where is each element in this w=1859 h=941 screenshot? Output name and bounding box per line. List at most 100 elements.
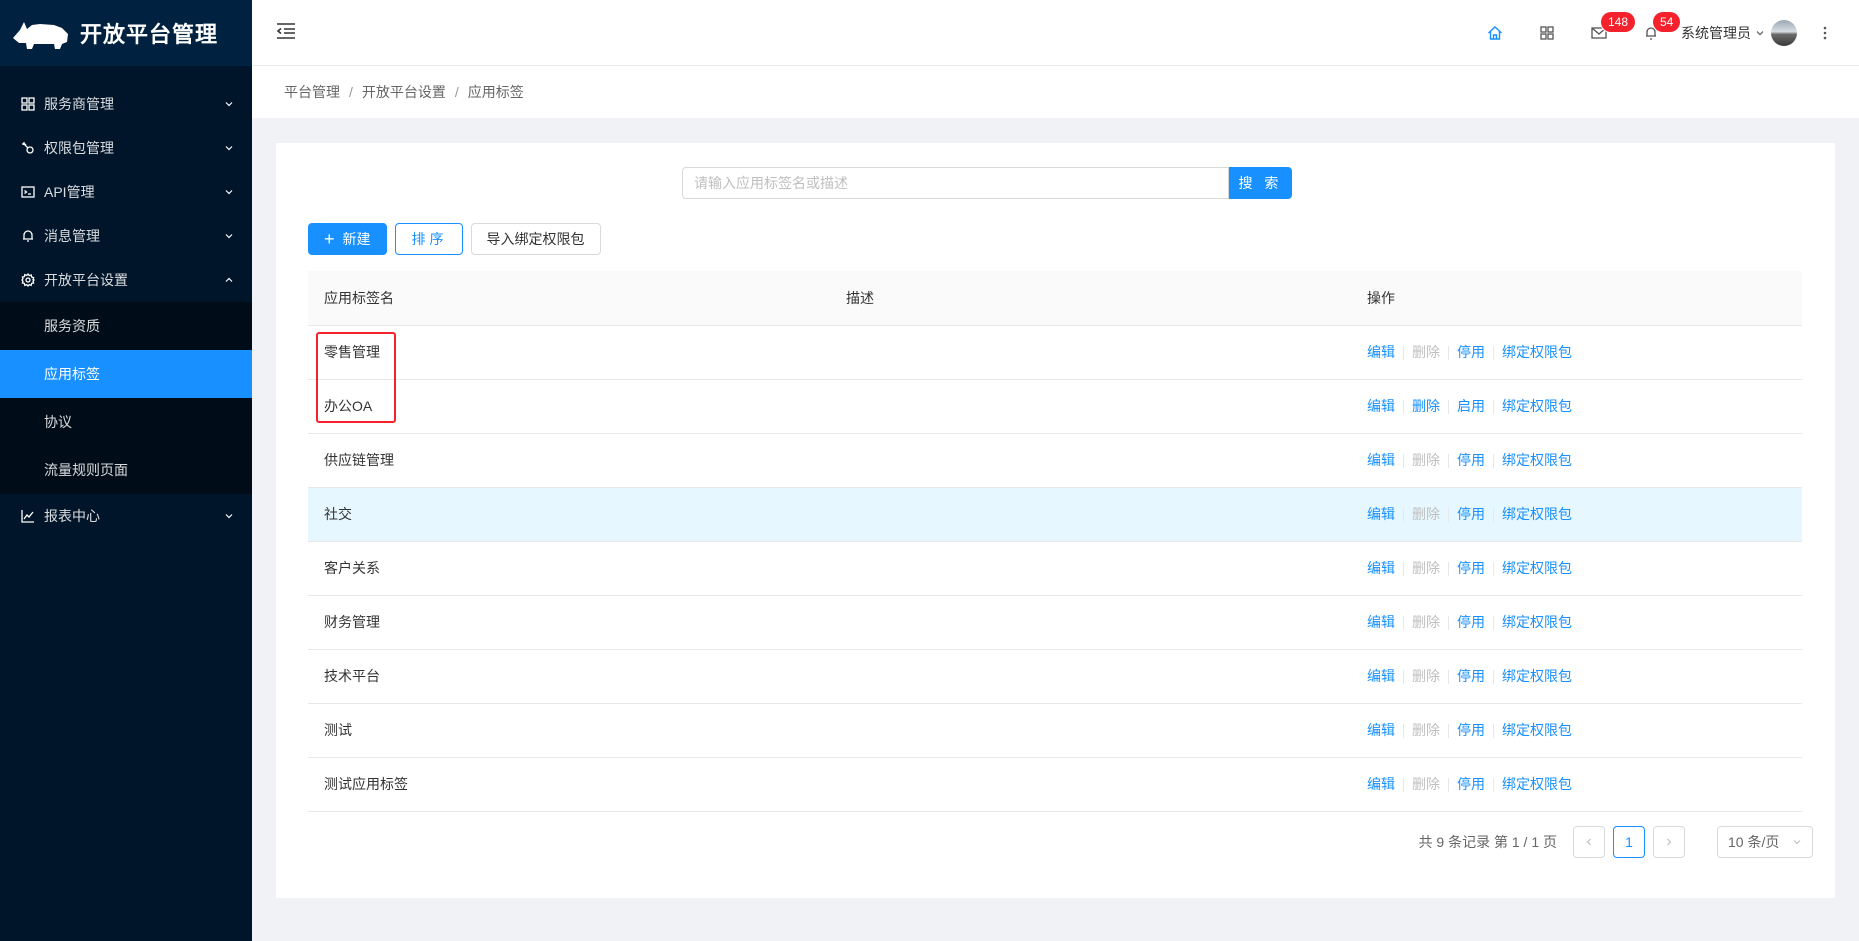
- breadcrumb: 平台管理 / 开放平台设置 / 应用标签: [252, 66, 1859, 118]
- bind-permission-link[interactable]: 绑定权限包: [1502, 344, 1572, 360]
- edit-link[interactable]: 编辑: [1367, 452, 1395, 468]
- page-number-button[interactable]: 1: [1613, 826, 1645, 858]
- column-header-name: 应用标签名: [308, 271, 830, 326]
- column-header-desc: 描述: [830, 271, 1351, 326]
- table-row: 供应链管理 编辑 删除 停用 绑定权限包: [308, 433, 1802, 488]
- bind-permission-link[interactable]: 绑定权限包: [1502, 722, 1572, 738]
- divider: [1493, 508, 1494, 523]
- user-menu[interactable]: 系统管理员: [1681, 20, 1797, 46]
- sidebar-subitem-agreement[interactable]: 协议: [0, 398, 252, 446]
- page-size-select[interactable]: 10 条/页: [1717, 826, 1813, 858]
- sidebar-item-settings[interactable]: 开放平台设置: [0, 258, 252, 302]
- more-vertical-icon[interactable]: [1815, 23, 1835, 43]
- sidebar-item-provider[interactable]: 服务商管理: [0, 82, 252, 126]
- divider: [1448, 724, 1449, 739]
- breadcrumb-item[interactable]: 平台管理: [284, 82, 340, 102]
- bind-permission-link[interactable]: 绑定权限包: [1502, 776, 1572, 792]
- actions-cell: 编辑 删除 停用 绑定权限包: [1351, 703, 1802, 758]
- toggle-status-link[interactable]: 停用: [1457, 344, 1485, 360]
- bind-permission-link[interactable]: 绑定权限包: [1502, 560, 1572, 576]
- tag-name-cell: 测试: [308, 703, 830, 758]
- menu-fold-icon[interactable]: [276, 22, 296, 40]
- toggle-status-link[interactable]: 停用: [1457, 506, 1485, 522]
- chevron-left-icon: [1586, 838, 1591, 846]
- new-button[interactable]: + 新建: [308, 223, 387, 255]
- toggle-status-link[interactable]: 停用: [1457, 452, 1485, 468]
- delete-link[interactable]: 删除: [1412, 452, 1440, 468]
- table-row: 社交 编辑 删除 停用 绑定权限包: [308, 487, 1802, 542]
- edit-link[interactable]: 编辑: [1367, 722, 1395, 738]
- delete-link[interactable]: 删除: [1412, 722, 1440, 738]
- toggle-status-link[interactable]: 停用: [1457, 722, 1485, 738]
- sidebar-item-reports[interactable]: 报表中心: [0, 494, 252, 538]
- toolbar: + 新建 排序 导入绑定权限包: [308, 223, 601, 255]
- rhino-logo-icon: [13, 22, 68, 49]
- apps-button[interactable]: [1521, 0, 1573, 66]
- table-row: 零售管理 编辑 删除 停用 绑定权限包: [308, 325, 1802, 380]
- bind-permission-link[interactable]: 绑定权限包: [1502, 398, 1572, 414]
- toggle-status-link[interactable]: 停用: [1457, 668, 1485, 684]
- delete-link[interactable]: 删除: [1412, 344, 1440, 360]
- divider: [1448, 400, 1449, 415]
- sidebar-item-permission[interactable]: 权限包管理: [0, 126, 252, 170]
- divider: [1403, 724, 1404, 739]
- import-bind-button[interactable]: 导入绑定权限包: [470, 223, 601, 255]
- sidebar-subitem-app-tags[interactable]: 应用标签: [0, 350, 252, 398]
- divider: [1493, 616, 1494, 631]
- sidebar-subitem-qualification[interactable]: 服务资质: [0, 302, 252, 350]
- breadcrumb-item[interactable]: 开放平台设置: [362, 82, 446, 102]
- plus-icon: +: [324, 229, 335, 249]
- page-size-value: 10 条/页: [1728, 834, 1780, 850]
- actions-cell: 编辑 删除 启用 绑定权限包: [1351, 379, 1802, 434]
- app-tag-table: 应用标签名 描述 操作 零售管理 编辑 删除 停用 绑定权限包 办公OA 编辑 删除 启用 绑定权…: [308, 271, 1802, 812]
- edit-link[interactable]: 编辑: [1367, 668, 1395, 684]
- bind-permission-link[interactable]: 绑定权限包: [1502, 614, 1572, 630]
- tag-name-cell: 社交: [308, 487, 830, 542]
- home-button[interactable]: [1469, 0, 1521, 66]
- toggle-status-link[interactable]: 启用: [1457, 398, 1485, 414]
- delete-link[interactable]: 删除: [1412, 560, 1440, 576]
- toggle-status-link[interactable]: 停用: [1457, 560, 1485, 576]
- divider: [1493, 778, 1494, 793]
- search-input[interactable]: [682, 167, 1229, 199]
- appstore-icon: [20, 96, 36, 112]
- tag-desc-cell: [830, 433, 1351, 488]
- edit-link[interactable]: 编辑: [1367, 344, 1395, 360]
- edit-link[interactable]: 编辑: [1367, 776, 1395, 792]
- edit-link[interactable]: 编辑: [1367, 506, 1395, 522]
- search-button[interactable]: 搜 索: [1229, 167, 1292, 199]
- delete-link[interactable]: 删除: [1412, 398, 1440, 414]
- bind-permission-link[interactable]: 绑定权限包: [1502, 452, 1572, 468]
- divider: [1493, 454, 1494, 469]
- bind-permission-link[interactable]: 绑定权限包: [1502, 668, 1572, 684]
- line-chart-icon: [20, 508, 36, 524]
- divider: [1403, 400, 1404, 415]
- divider: [1448, 670, 1449, 685]
- sidebar-item-message[interactable]: 消息管理: [0, 214, 252, 258]
- delete-link[interactable]: 删除: [1412, 668, 1440, 684]
- column-header-actions: 操作: [1351, 271, 1802, 326]
- notification-button[interactable]: 54: [1625, 0, 1681, 66]
- bind-permission-link[interactable]: 绑定权限包: [1502, 506, 1572, 522]
- chevron-down-icon: [1793, 840, 1801, 845]
- sidebar-subitem-traffic-rules[interactable]: 流量规则页面: [0, 446, 252, 494]
- sidebar-item-api[interactable]: API管理: [0, 170, 252, 214]
- tag-desc-cell: [830, 703, 1351, 758]
- divider: [1493, 400, 1494, 415]
- sort-button[interactable]: 排序: [394, 223, 463, 255]
- toggle-status-link[interactable]: 停用: [1457, 776, 1485, 792]
- edit-link[interactable]: 编辑: [1367, 398, 1395, 414]
- delete-link[interactable]: 删除: [1412, 614, 1440, 630]
- delete-link[interactable]: 删除: [1412, 506, 1440, 522]
- tag-desc-cell: [830, 487, 1351, 542]
- divider: [1493, 670, 1494, 685]
- prev-page-button[interactable]: [1573, 826, 1605, 858]
- delete-link[interactable]: 删除: [1412, 776, 1440, 792]
- toggle-status-link[interactable]: 停用: [1457, 614, 1485, 630]
- actions-cell: 编辑 删除 停用 绑定权限包: [1351, 433, 1802, 488]
- edit-link[interactable]: 编辑: [1367, 614, 1395, 630]
- chevron-down-icon: [225, 102, 233, 107]
- edit-link[interactable]: 编辑: [1367, 560, 1395, 576]
- mail-button[interactable]: 148: [1573, 0, 1636, 66]
- next-page-button[interactable]: [1653, 826, 1685, 858]
